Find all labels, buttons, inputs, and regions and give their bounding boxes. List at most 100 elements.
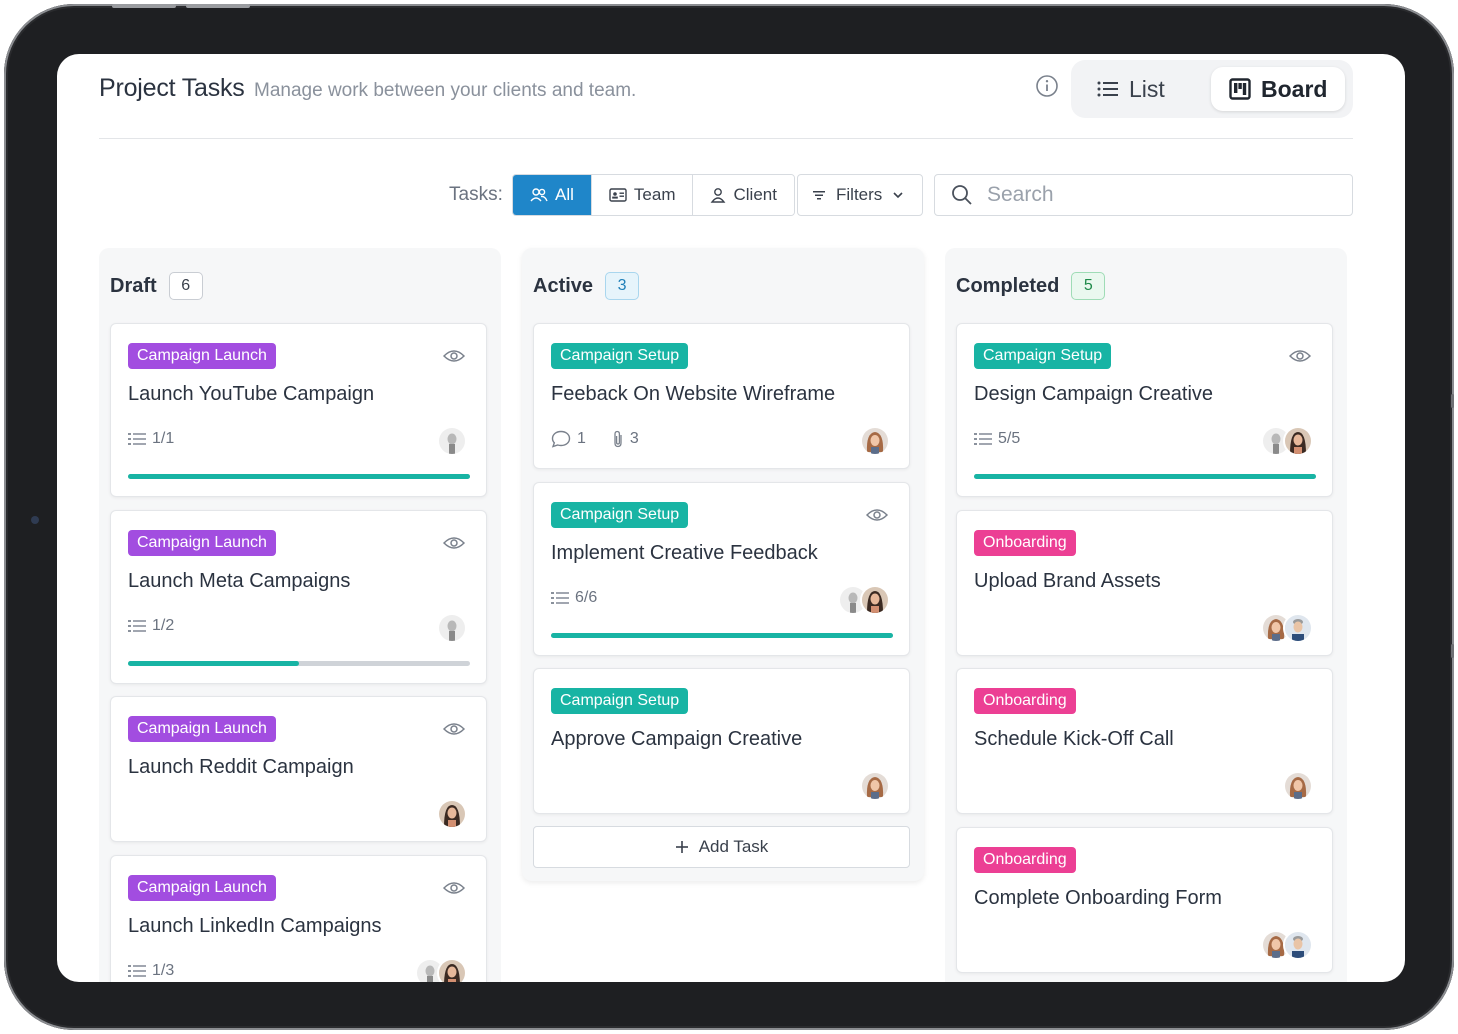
info-icon[interactable]: [1035, 74, 1059, 98]
task-progress-bar: [551, 633, 893, 638]
board-view-button[interactable]: Board: [1211, 67, 1346, 111]
task-tag[interactable]: Campaign Launch: [128, 716, 276, 742]
avatar[interactable]: [1283, 771, 1313, 801]
avatar[interactable]: [437, 426, 467, 456]
task-card[interactable]: Onboarding Upload Brand Assets: [956, 510, 1333, 656]
task-title: Upload Brand Assets: [974, 570, 1161, 592]
plus-icon: [675, 841, 688, 853]
filter-icon: [813, 191, 825, 200]
column-count-badge: 3: [605, 272, 640, 300]
view-toggle: List Board: [1071, 60, 1353, 118]
assignee-avatars: [437, 613, 467, 643]
avatar[interactable]: [1283, 613, 1313, 643]
scope-all-button[interactable]: All: [513, 175, 592, 215]
eye-icon[interactable]: [443, 348, 465, 364]
task-meta: 6/6: [551, 589, 597, 607]
task-tag[interactable]: Campaign Setup: [551, 343, 689, 369]
scope-team-label: Team: [633, 185, 676, 204]
id-card-icon: [609, 188, 627, 202]
eye-icon[interactable]: [443, 880, 465, 896]
add-task-button[interactable]: Add Task: [533, 826, 910, 868]
search-icon: [952, 185, 972, 205]
search-box: [934, 174, 1353, 216]
task-card[interactable]: Onboarding Complete Onboarding Form: [956, 827, 1333, 973]
column-header: Active 3: [533, 272, 640, 300]
filters-button[interactable]: Filters: [797, 174, 923, 216]
task-tag[interactable]: Campaign Launch: [128, 875, 276, 901]
avatar[interactable]: [1283, 930, 1313, 960]
task-tag[interactable]: Campaign Launch: [128, 343, 276, 369]
eye-icon[interactable]: [443, 721, 465, 737]
avatar[interactable]: [1283, 426, 1313, 456]
progress-fill: [128, 661, 299, 666]
list-icon: [1097, 81, 1118, 97]
assignee-avatars: [415, 958, 467, 982]
task-card[interactable]: Campaign Launch Launch Reddit Campaign: [110, 696, 487, 842]
task-card[interactable]: Campaign Launch Launch YouTube Campaign …: [110, 323, 487, 497]
task-tag[interactable]: Campaign Setup: [974, 343, 1112, 369]
task-card[interactable]: Campaign Setup Design Campaign Creative …: [956, 323, 1333, 497]
camera-dot: [31, 516, 39, 524]
task-meta: 1/3: [128, 962, 174, 980]
task-tag[interactable]: Onboarding: [974, 530, 1076, 556]
checklist-count: 1/1: [152, 430, 175, 447]
task-card[interactable]: Campaign Launch Launch LinkedIn Campaign…: [110, 855, 487, 982]
column-title: Draft: [110, 274, 157, 297]
eye-icon[interactable]: [866, 507, 888, 523]
checklist-icon: [551, 592, 569, 604]
column-count-badge: 6: [168, 272, 203, 300]
assignee-avatars: [437, 799, 467, 829]
task-meta: 1 3: [551, 430, 639, 448]
task-card[interactable]: Campaign Launch Launch Meta Campaigns 1/…: [110, 510, 487, 684]
task-card[interactable]: Onboarding Schedule Kick-Off Call: [956, 668, 1333, 814]
task-tag[interactable]: Campaign Launch: [128, 530, 276, 556]
users-icon: [530, 188, 548, 202]
avatar[interactable]: [860, 426, 890, 456]
task-title: Complete Onboarding Form: [974, 887, 1222, 909]
assignee-avatars: [1261, 930, 1313, 960]
paperclip-icon: [614, 430, 622, 448]
task-tag[interactable]: Campaign Setup: [551, 502, 689, 528]
task-title: Design Campaign Creative: [974, 383, 1214, 405]
search-input[interactable]: [987, 183, 1327, 207]
column-completed: Completed 5 Campaign Setup Design Campai…: [945, 248, 1347, 982]
task-title: Implement Creative Feedback: [551, 542, 818, 564]
assignee-avatars: [437, 426, 467, 456]
scope-client-button[interactable]: Client: [693, 175, 794, 215]
scope-team-button[interactable]: Team: [591, 175, 694, 215]
list-view-button[interactable]: List: [1079, 67, 1183, 111]
task-card[interactable]: Campaign Setup Implement Creative Feedba…: [533, 482, 910, 656]
avatar[interactable]: [860, 771, 890, 801]
list-view-label: List: [1129, 75, 1165, 102]
checklist-count: 1/2: [152, 617, 175, 634]
task-tag[interactable]: Onboarding: [974, 688, 1076, 714]
column-header: Completed 5: [956, 272, 1106, 300]
task-tag[interactable]: Campaign Setup: [551, 688, 689, 714]
eye-icon[interactable]: [1289, 348, 1311, 364]
task-meta: 5/5: [974, 430, 1020, 448]
column-count-badge: 5: [1071, 272, 1106, 300]
eye-icon[interactable]: [443, 535, 465, 551]
column-draft: Draft 6 Campaign Launch Launch YouTube C…: [99, 248, 501, 982]
comment-count: 1: [577, 430, 586, 447]
task-progress-bar: [128, 661, 470, 666]
assignee-avatars: [860, 426, 890, 456]
avatar[interactable]: [437, 799, 467, 829]
task-title: Launch YouTube Campaign: [128, 383, 375, 405]
checklist-icon: [128, 433, 146, 445]
avatar[interactable]: [860, 585, 890, 615]
checklist-count: 6/6: [575, 589, 598, 606]
task-card[interactable]: Campaign Setup Feeback On Website Wirefr…: [533, 323, 910, 469]
column-title: Active: [533, 274, 594, 297]
task-title: Launch LinkedIn Campaigns: [128, 915, 382, 937]
task-title: Launch Reddit Campaign: [128, 756, 354, 778]
assignee-avatars: [838, 585, 890, 615]
task-progress-bar: [128, 474, 470, 479]
avatar[interactable]: [437, 958, 467, 982]
task-card[interactable]: Campaign Setup Approve Campaign Creative: [533, 668, 910, 814]
task-tag[interactable]: Onboarding: [974, 847, 1076, 873]
user-icon: [711, 188, 726, 203]
assignee-avatars: [1261, 613, 1313, 643]
task-progress-bar: [974, 474, 1316, 479]
avatar[interactable]: [437, 613, 467, 643]
